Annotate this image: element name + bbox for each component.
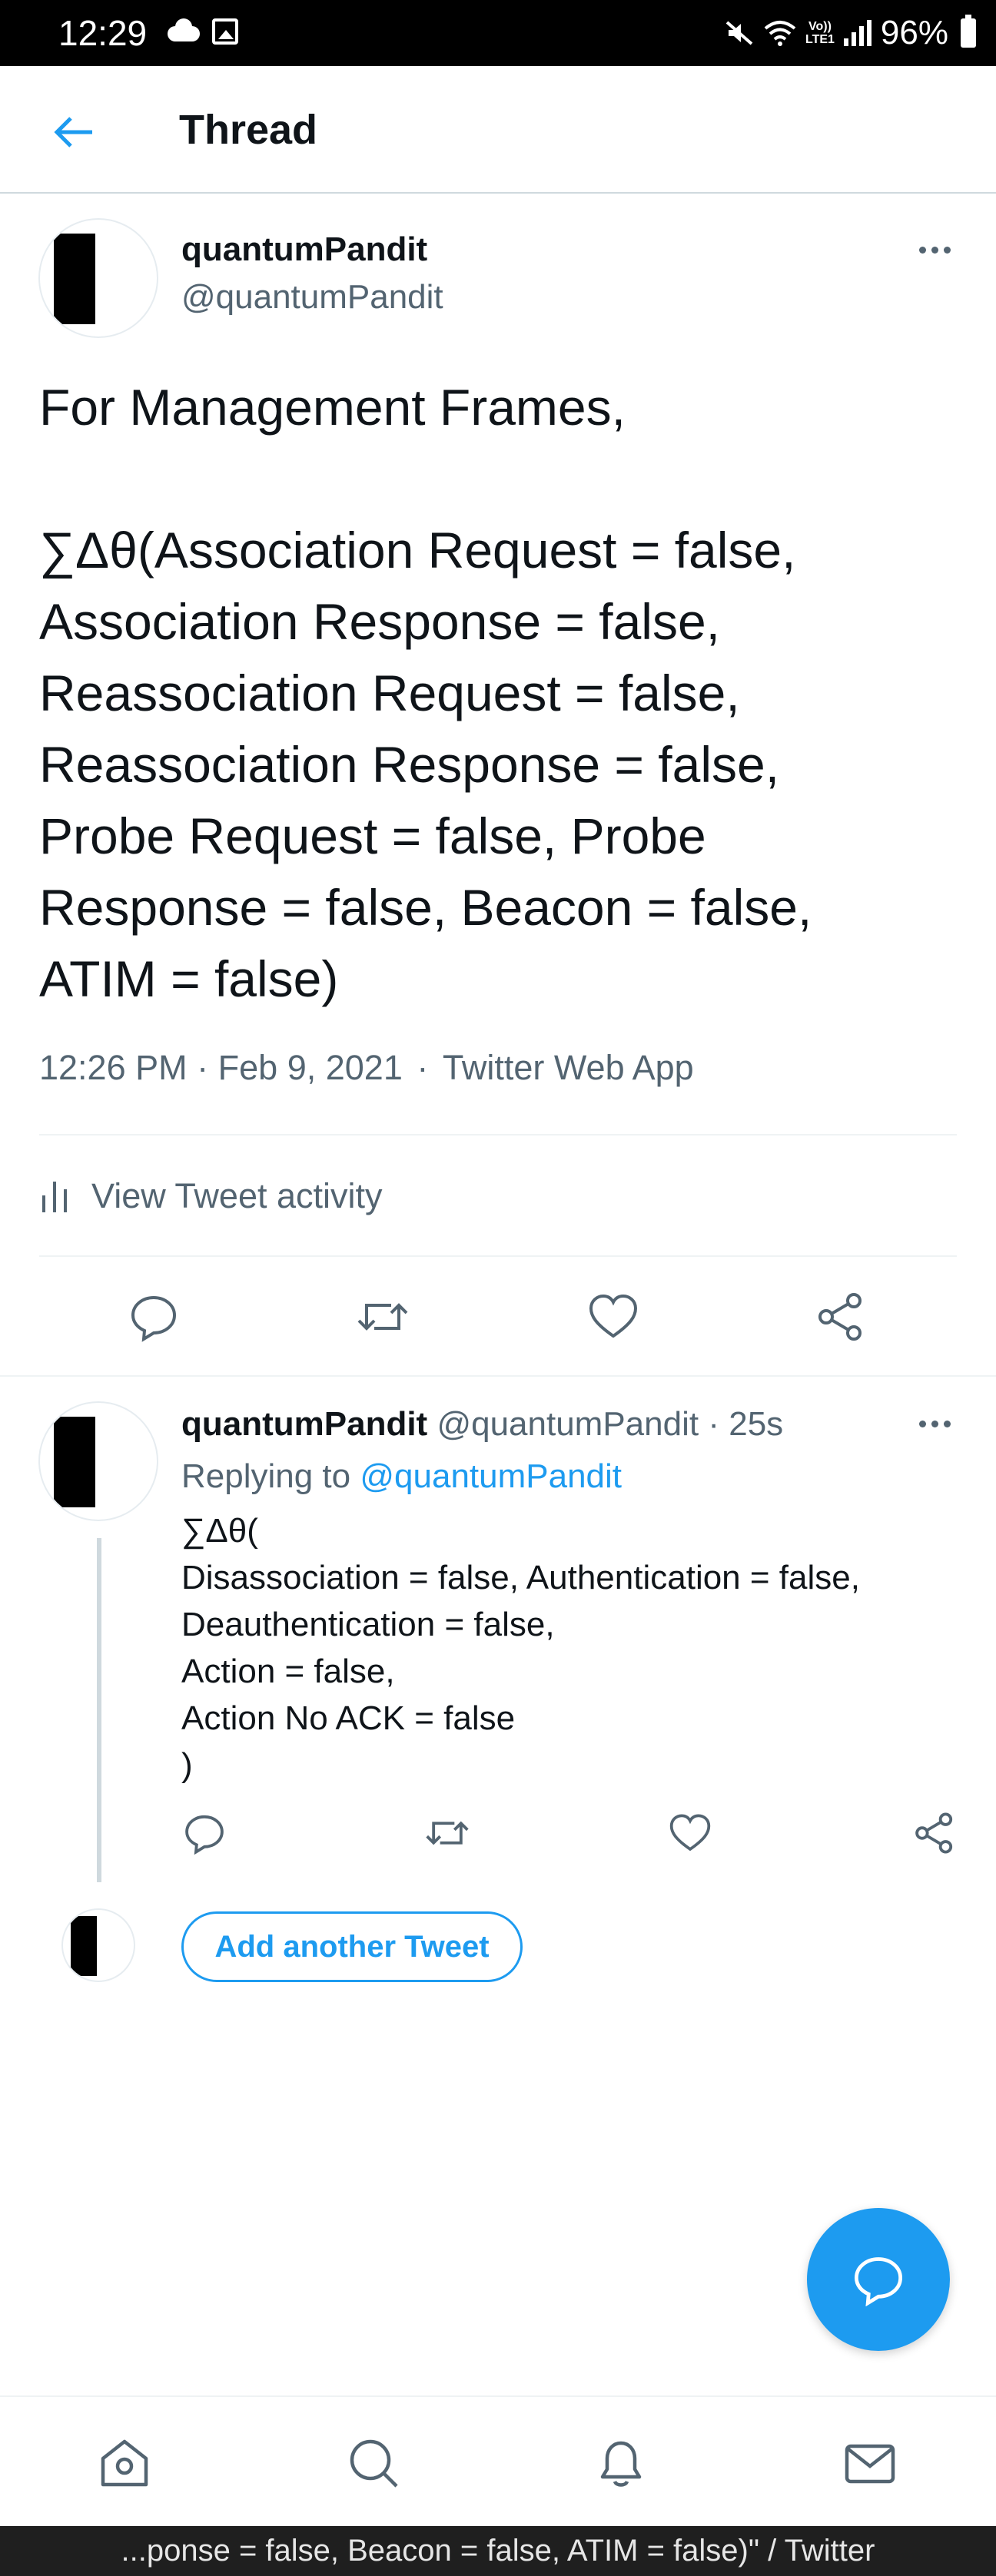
- nav-home[interactable]: [92, 2431, 157, 2495]
- retweet-button[interactable]: [417, 1802, 478, 1864]
- replying-to-link[interactable]: @quantumPandit: [360, 1457, 622, 1495]
- reply-icon: [185, 1815, 224, 1855]
- back-button[interactable]: [46, 104, 101, 160]
- battery-percent: 96%: [880, 14, 948, 51]
- nav-search[interactable]: [341, 2431, 406, 2495]
- avatar: [61, 1908, 135, 1982]
- retweet-icon: [357, 1303, 408, 1331]
- bar-chart-icon: [42, 1182, 67, 1212]
- divider: [0, 1375, 996, 1377]
- divider: [39, 1134, 957, 1135]
- wifi-icon: [764, 21, 796, 46]
- cloud-icon: [168, 18, 200, 41]
- nav-messages[interactable]: [838, 2431, 902, 2495]
- heart-icon: [589, 1294, 638, 1338]
- reply-button[interactable]: [174, 1802, 235, 1864]
- retweet-button[interactable]: [352, 1286, 413, 1348]
- reply-button[interactable]: [123, 1286, 184, 1348]
- share-button[interactable]: [904, 1802, 965, 1864]
- add-another-tweet-button[interactable]: Add another Tweet: [181, 1911, 523, 1982]
- search-icon: [350, 2439, 398, 2488]
- like-button[interactable]: [583, 1286, 644, 1348]
- more-options-button[interactable]: [911, 238, 958, 261]
- meta-separator: ·: [197, 1048, 209, 1087]
- meta-separator: ·: [417, 1048, 429, 1087]
- status-time: 12:29: [58, 13, 148, 53]
- replying-to: Replying to @quantumPandit: [181, 1455, 622, 1498]
- gallery-icon: [212, 18, 238, 45]
- page-title: Thread: [179, 107, 318, 153]
- tweet-age: 25s: [729, 1405, 784, 1443]
- more-options-button[interactable]: [911, 1412, 958, 1435]
- tweet-date: Feb 9, 2021: [217, 1048, 403, 1087]
- lte-label: LTE1: [805, 33, 835, 46]
- avatar[interactable]: [38, 1401, 158, 1521]
- replying-prefix: Replying to: [181, 1457, 351, 1495]
- notifications-icon: [600, 2441, 642, 2487]
- page-title-bar: ...ponse = false, Beacon = false, ATIM =…: [0, 2526, 996, 2576]
- activity-label: View Tweet activity: [91, 1176, 383, 1215]
- author-name[interactable]: quantumPandit: [181, 1405, 427, 1443]
- tweet-text: For Management Frames, ∑Δθ(Association R…: [39, 379, 812, 1007]
- bottom-nav: [0, 2395, 996, 2528]
- like-button[interactable]: [659, 1802, 721, 1864]
- heart-icon: [669, 1814, 711, 1852]
- share-button[interactable]: [810, 1286, 872, 1348]
- author-handle[interactable]: @quantumPandit: [181, 277, 443, 318]
- share-icon: [818, 1293, 862, 1341]
- volte-label: Vo)): [808, 20, 832, 33]
- author-name[interactable]: quantumPandit: [181, 229, 427, 270]
- view-activity-button[interactable]: View Tweet activity: [39, 1163, 383, 1229]
- tweet-meta: 12:26 PM · Feb 9, 2021 · Twitter Web App: [39, 1046, 694, 1089]
- arrow-left-icon: [54, 117, 92, 148]
- nav-notifications[interactable]: [589, 2431, 653, 2495]
- divider: [39, 1255, 957, 1257]
- mute-icon: [725, 21, 753, 45]
- status-bar: 12:29 Vo)) LTE1 96%: [0, 0, 996, 66]
- reply-icon: [854, 2257, 903, 2306]
- share-icon: [915, 1812, 953, 1854]
- signal-icon: [843, 20, 872, 46]
- thread-line: [97, 1538, 101, 1882]
- messages-icon: [845, 2444, 895, 2484]
- author-handle[interactable]: @quantumPandit: [437, 1405, 699, 1443]
- tweet-time: 12:26 PM: [39, 1048, 188, 1087]
- compose-fab[interactable]: [807, 2208, 950, 2351]
- avatar[interactable]: [38, 218, 158, 338]
- volte-indicator: Vo)) LTE1: [805, 20, 835, 46]
- battery-icon: [961, 15, 976, 48]
- home-icon: [101, 2439, 148, 2487]
- tweet-source[interactable]: Twitter Web App: [443, 1048, 694, 1087]
- tweet-text: ∑Δθ( Disassociation = false, Authenticat…: [181, 1512, 860, 1784]
- meta-separator: ·: [708, 1405, 719, 1443]
- reply-author: quantumPandit @quantumPandit · 25s: [181, 1403, 783, 1446]
- app-header: Thread: [0, 66, 996, 194]
- retweet-icon: [426, 1821, 469, 1845]
- reply-icon: [131, 1295, 177, 1342]
